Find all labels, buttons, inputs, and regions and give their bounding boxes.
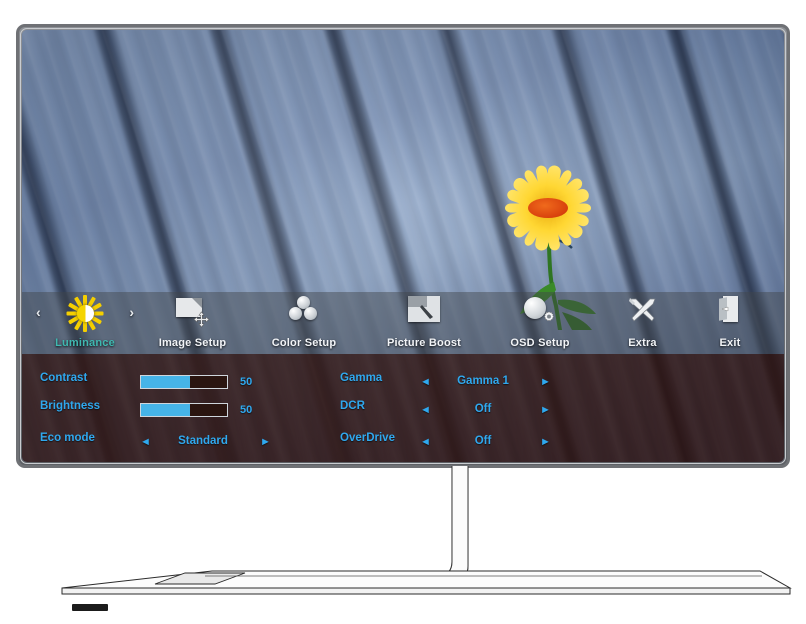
setting-row-overdrive[interactable]: OverDrive ◄ Off ► <box>340 432 588 454</box>
brand-logo-mark <box>72 604 108 611</box>
menu-item-extra[interactable]: Extra <box>595 292 690 354</box>
decrement-arrow-overdrive[interactable]: ◄ <box>420 436 431 448</box>
exit-arrow-icon <box>721 306 729 312</box>
exit-door-icon <box>719 296 741 322</box>
gear-icon <box>543 311 555 322</box>
setting-row-contrast[interactable]: Contrast 50 <box>40 372 288 394</box>
osd-setup-icon <box>524 296 556 324</box>
increment-arrow-overdrive[interactable]: ► <box>540 436 551 448</box>
flower-petals <box>500 164 596 252</box>
decrement-arrow-dcr[interactable]: ◄ <box>420 404 431 416</box>
menu-label-osd-setup: OSD Setup <box>510 337 570 349</box>
menu-item-picture-boost[interactable]: Picture Boost <box>363 292 485 354</box>
menu-item-color-setup[interactable]: Color Setup <box>245 292 363 354</box>
boost-pointer-icon <box>420 305 433 319</box>
menu-item-exit[interactable]: Exit <box>690 292 770 354</box>
color-sphere <box>304 307 317 320</box>
setting-label-brightness: Brightness <box>40 400 101 412</box>
menu-icon-image-setup <box>175 296 210 330</box>
menu-icon-picture-boost <box>408 296 440 330</box>
setting-label-overdrive: OverDrive <box>340 432 395 444</box>
menu-item-osd-setup[interactable]: OSD Setup <box>485 292 595 354</box>
increment-arrow-gamma[interactable]: ► <box>540 376 551 388</box>
setting-value-gamma: Gamma 1 <box>457 375 509 387</box>
slider-track-brightness[interactable] <box>140 403 228 417</box>
increment-arrow-dcr[interactable]: ► <box>540 404 551 416</box>
setting-value-contrast: 50 <box>240 376 253 388</box>
menu-label-color-setup: Color Setup <box>271 337 337 349</box>
menu-label-image-setup: Image Setup <box>158 337 227 349</box>
osd-menu-bar: ‹ › Luminance Image Setup Color Setup Picture… <box>22 292 784 354</box>
slider-fill-brightness <box>141 404 191 416</box>
setting-value-brightness: 50 <box>240 404 253 416</box>
monitor-bezel: ‹ › Luminance Image Setup Color Setup Picture… <box>16 24 790 468</box>
menu-label-luminance: Luminance <box>55 337 115 349</box>
menu-icon-osd-setup <box>524 296 556 330</box>
move-arrows-icon <box>192 311 210 328</box>
setting-value-dcr: Off <box>474 403 492 415</box>
setting-row-brightness[interactable]: Brightness 50 <box>40 400 288 422</box>
slider-track-contrast[interactable] <box>140 375 228 389</box>
tools-icon <box>628 296 658 324</box>
slider-fill-contrast <box>141 376 191 388</box>
color-spheres-icon <box>289 296 319 326</box>
color-sphere <box>289 307 302 320</box>
setting-label-dcr: DCR <box>340 400 365 412</box>
picture-boost-icon <box>408 296 440 322</box>
increment-arrow-eco-mode[interactable]: ► <box>260 436 271 448</box>
osd-settings-panel: Contrast 50 Brightness 50 Eco mode ◄ Standard ►… <box>22 354 784 462</box>
menu-item-image-setup[interactable]: Image Setup <box>140 292 245 354</box>
setting-value-eco-mode: Standard <box>178 435 228 447</box>
menu-icon-color-setup <box>289 296 319 330</box>
monitor-osd-illustration: ‹ › Luminance Image Setup Color Setup Picture… <box>0 0 806 624</box>
monitor-stand <box>61 466 792 595</box>
stand-neck-inner <box>212 466 453 577</box>
setting-label-eco-mode: Eco mode <box>40 432 95 444</box>
menu-label-picture-boost: Picture Boost <box>386 337 462 349</box>
setting-row-gamma[interactable]: Gamma ◄ Gamma 1 ► <box>340 372 588 394</box>
menu-label-exit: Exit <box>719 337 741 349</box>
prev-chevron-icon[interactable]: ‹ <box>36 304 41 320</box>
setting-row-eco-mode[interactable]: Eco mode ◄ Standard ► <box>40 432 288 454</box>
menu-item-luminance[interactable]: ‹ › Luminance <box>30 292 140 354</box>
menu-icon-exit <box>719 296 741 330</box>
setting-label-gamma: Gamma <box>340 372 383 384</box>
menu-icon-luminance <box>66 294 104 332</box>
next-chevron-icon[interactable]: › <box>129 304 134 320</box>
setting-label-contrast: Contrast <box>40 372 88 384</box>
sun-core <box>77 305 94 322</box>
sun-icon <box>66 294 104 332</box>
menu-label-extra: Extra <box>628 337 657 349</box>
stand-base-front <box>61 587 791 595</box>
menu-icon-extra <box>628 296 658 330</box>
crossed-tools-icon <box>628 298 656 322</box>
decrement-arrow-gamma[interactable]: ◄ <box>420 376 431 388</box>
setting-row-dcr[interactable]: DCR ◄ Off ► <box>340 400 588 422</box>
stand-neck-outer <box>200 466 469 581</box>
osd-menu-items: ‹ › Luminance Image Setup Color Setup Picture… <box>22 292 784 354</box>
image-setup-icon <box>175 296 210 328</box>
stand-neck-fill <box>200 466 468 580</box>
setting-value-overdrive: Off <box>474 435 492 447</box>
monitor-screen: ‹ › Luminance Image Setup Color Setup Picture… <box>22 30 784 462</box>
decrement-arrow-eco-mode[interactable]: ◄ <box>140 436 151 448</box>
